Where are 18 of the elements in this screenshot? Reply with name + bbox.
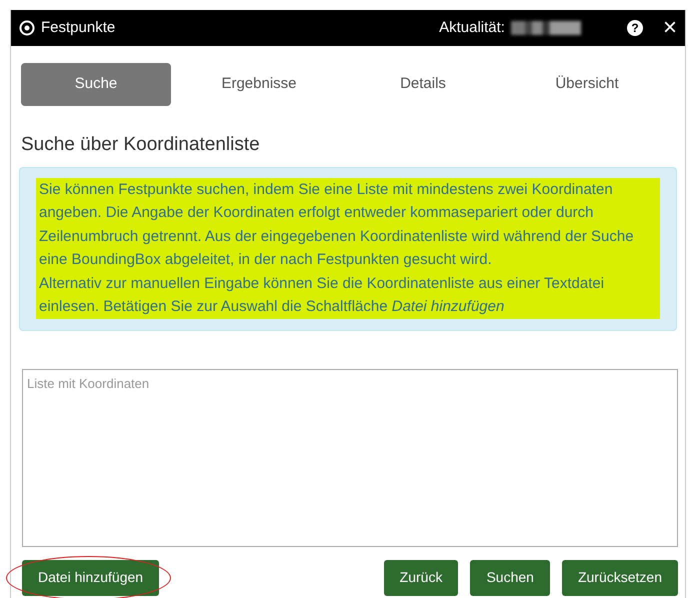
tab[interactable]: Details [347, 63, 499, 106]
help-icon[interactable]: ? [626, 20, 643, 36]
close-button[interactable]: × [662, 16, 677, 40]
action-button[interactable]: Zurück [384, 560, 458, 596]
tab[interactable]: Suche [21, 63, 171, 106]
info-text: Alternativ zur manuellen Eingabe können Sie die Koordinatenliste aus einer Textdatei einlesen. Betätigen Sie zur Auswahl die Schaltfläche Datei hinzufügen [39, 274, 606, 318]
tab[interactable]: Ergebnisse [183, 63, 335, 106]
tab[interactable]: Übersicht [511, 63, 663, 106]
section-heading: Suche über Koordinatenliste [21, 134, 261, 157]
currency-label: Aktualität: [439, 18, 505, 38]
redacted-date [510, 21, 581, 35]
action-button[interactable]: Suchen [470, 560, 550, 596]
action-button[interactable]: Datei hinzufügen [22, 560, 160, 596]
coordinates-field[interactable]: Liste mit Koordinaten [22, 368, 678, 547]
action-button[interactable]: Zurücksetzen [562, 560, 678, 596]
window-title: Festpunkte [41, 18, 116, 36]
target-icon [19, 20, 35, 36]
info-text: Sie können Festpunkte suchen, indem Sie eine Liste mit mindestens zwei Koordinaten angeben. Die Angabe der Koordinaten erfolgt entweder kommasepariert oder durch Zeilenumbruch getrennt. Aus der eingegebenen Koordinatenliste wird während der Suche eine BoundingBox abgeleitet, in der nach Festpunkten gesucht wird. [39, 180, 635, 270]
